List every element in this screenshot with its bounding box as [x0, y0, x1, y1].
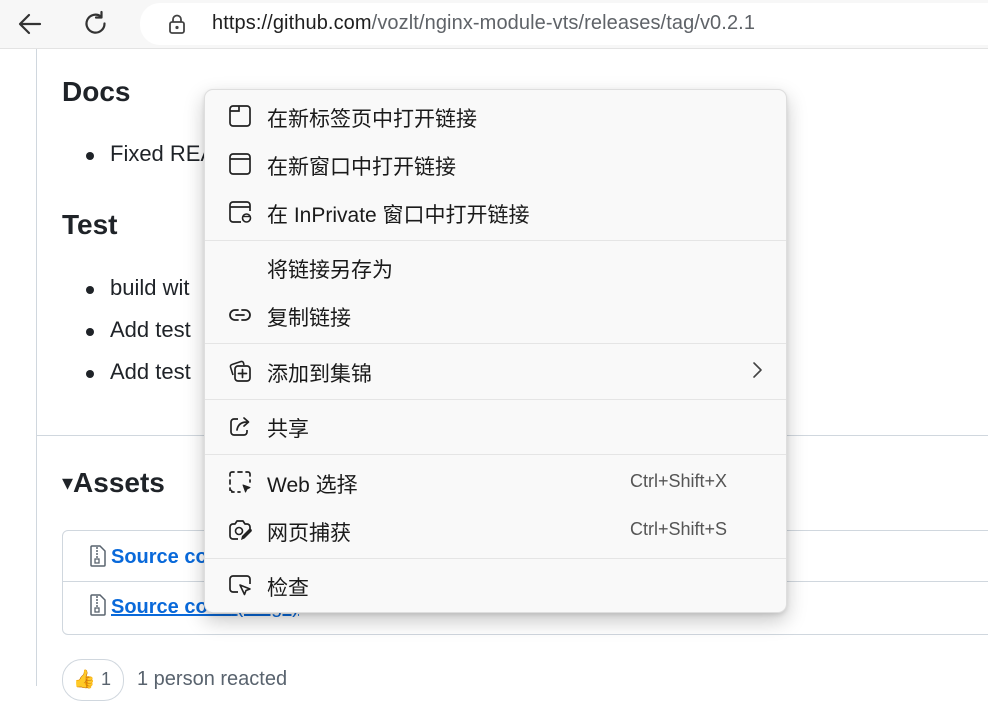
- assets-heading[interactable]: ▾Assets: [62, 467, 165, 499]
- lock-icon[interactable]: [166, 13, 188, 35]
- reaction-summary: 1 person reacted: [137, 668, 288, 690]
- new-tab-icon: [229, 105, 251, 127]
- menu-separator: [205, 558, 786, 559]
- browser-toolbar: https://github.com/vozlt/nginx-module-vt…: [0, 0, 988, 49]
- menu-item-add-to-collections[interactable]: 添加到集锦: [209, 348, 782, 392]
- menu-item-copy-link[interactable]: 复制链接: [209, 292, 782, 336]
- test-list-item: Add test: [86, 359, 191, 384]
- menu-item-open-inprivate[interactable]: 在 InPrivate 窗口中打开链接: [209, 189, 782, 233]
- thumbs-up-icon: 👍: [73, 669, 96, 689]
- back-arrow-icon: [18, 13, 42, 35]
- web-capture-icon: [229, 520, 252, 540]
- url-host: https://github.com: [212, 12, 372, 34]
- assets-toggle-icon[interactable]: ▾: [62, 470, 73, 495]
- menu-item-web-capture[interactable]: 网页捕获 Ctrl+Shift+S: [209, 507, 782, 551]
- shortcut-text: Ctrl+Shift+S: [629, 519, 727, 539]
- address-bar[interactable]: https://github.com/vozlt/nginx-module-vt…: [140, 3, 988, 45]
- menu-separator: [205, 240, 786, 241]
- back-button[interactable]: [12, 6, 48, 42]
- test-heading: Test: [62, 209, 118, 240]
- context-menu: 在新标签页中打开链接 在新窗口中打开链接 在 InPrivate 窗口中打开链接…: [204, 89, 787, 613]
- shortcut-text: Ctrl+Shift+X: [629, 471, 727, 491]
- docs-list-item: Fixed REA: [85, 141, 216, 166]
- file-zip-icon: [90, 545, 106, 567]
- collections-add-icon: [229, 360, 251, 382]
- reaction-count: 1: [101, 669, 112, 689]
- menu-item-open-new-window[interactable]: 在新窗口中打开链接: [209, 141, 782, 185]
- web-select-icon: [229, 471, 251, 493]
- url-path: /vozlt/nginx-module-vts/releases/tag/v0.…: [371, 12, 756, 34]
- asset-link-zip[interactable]: Source co: [111, 546, 208, 569]
- menu-item-share[interactable]: 共享: [209, 403, 782, 447]
- reload-button[interactable]: [78, 6, 114, 42]
- test-list-item: Add test: [86, 317, 191, 342]
- menu-item-inspect[interactable]: 检查: [209, 562, 782, 606]
- menu-item-open-new-tab[interactable]: 在新标签页中打开链接: [209, 93, 782, 137]
- chevron-right-icon: [753, 362, 762, 378]
- url-text[interactable]: https://github.com/vozlt/nginx-module-vt…: [212, 12, 755, 35]
- menu-separator: [205, 399, 786, 400]
- release-box-border: [36, 49, 37, 686]
- share-icon: [230, 417, 250, 436]
- new-window-icon: [229, 153, 251, 175]
- file-zip-icon: [90, 594, 106, 616]
- inprivate-window-icon: [229, 201, 252, 223]
- menu-item-save-link-as[interactable]: 将链接另存为: [209, 244, 782, 288]
- menu-separator: [205, 454, 786, 455]
- inspect-icon: [229, 575, 251, 596]
- menu-item-web-select[interactable]: Web 选择 Ctrl+Shift+X: [209, 459, 782, 503]
- menu-separator: [205, 343, 786, 344]
- reload-icon: [85, 10, 106, 34]
- reaction-button[interactable]: 👍 1: [62, 659, 124, 701]
- link-icon: [229, 309, 251, 321]
- docs-heading: Docs: [62, 76, 131, 107]
- test-list-item: build wit: [85, 275, 190, 300]
